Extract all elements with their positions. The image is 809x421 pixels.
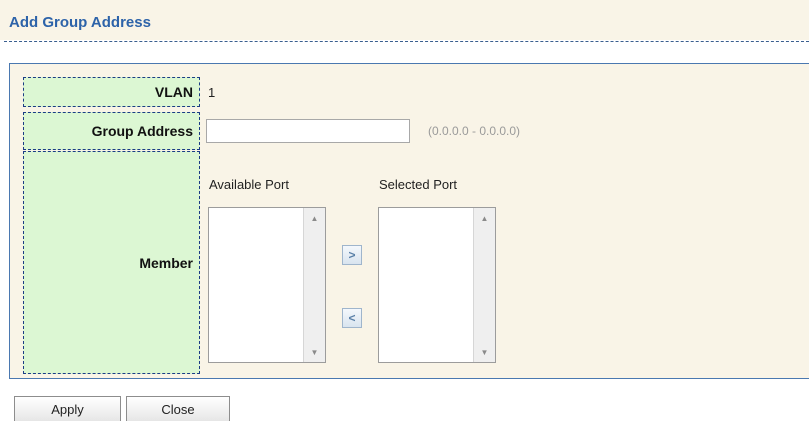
group-address-hint: (0.0.0.0 - 0.0.0.0) xyxy=(428,124,521,138)
member-label: Member xyxy=(23,151,200,374)
apply-button[interactable]: Apply xyxy=(14,396,121,421)
selected-port-title: Selected Port xyxy=(379,177,458,192)
group-address-label-text: Group Address xyxy=(91,123,193,139)
selected-port-list[interactable]: ▲ ▼ xyxy=(378,207,496,363)
close-button[interactable]: Close xyxy=(126,396,230,421)
arrow-left-icon: < xyxy=(348,311,356,325)
remove-port-button[interactable]: < xyxy=(342,308,362,328)
available-port-title: Available Port xyxy=(209,177,289,192)
group-address-input[interactable] xyxy=(206,119,410,143)
page-title: Add Group Address xyxy=(9,14,151,31)
title-bar: Add Group Address xyxy=(0,0,809,40)
scroll-down-arrow-icon[interactable]: ▼ xyxy=(304,346,325,360)
member-label-text: Member xyxy=(139,254,193,271)
form-panel: VLAN 1 Group Address (0.0.0.0 - 0.0.0.0)… xyxy=(9,63,809,379)
scroll-up-arrow-icon[interactable]: ▲ xyxy=(304,212,325,226)
vlan-value: 1 xyxy=(208,85,216,100)
group-address-label: Group Address xyxy=(23,112,200,150)
scroll-up-arrow-icon[interactable]: ▲ xyxy=(474,212,495,226)
available-port-scrollbar[interactable]: ▲ ▼ xyxy=(303,208,325,362)
add-port-button[interactable]: > xyxy=(342,245,362,265)
available-port-list[interactable]: ▲ ▼ xyxy=(208,207,326,363)
arrow-right-icon: > xyxy=(348,248,356,262)
scroll-down-arrow-icon[interactable]: ▼ xyxy=(474,346,495,360)
vlan-label: VLAN xyxy=(23,77,200,107)
vlan-label-text: VLAN xyxy=(154,84,193,100)
title-divider xyxy=(4,41,809,42)
selected-port-scrollbar[interactable]: ▲ ▼ xyxy=(473,208,495,362)
